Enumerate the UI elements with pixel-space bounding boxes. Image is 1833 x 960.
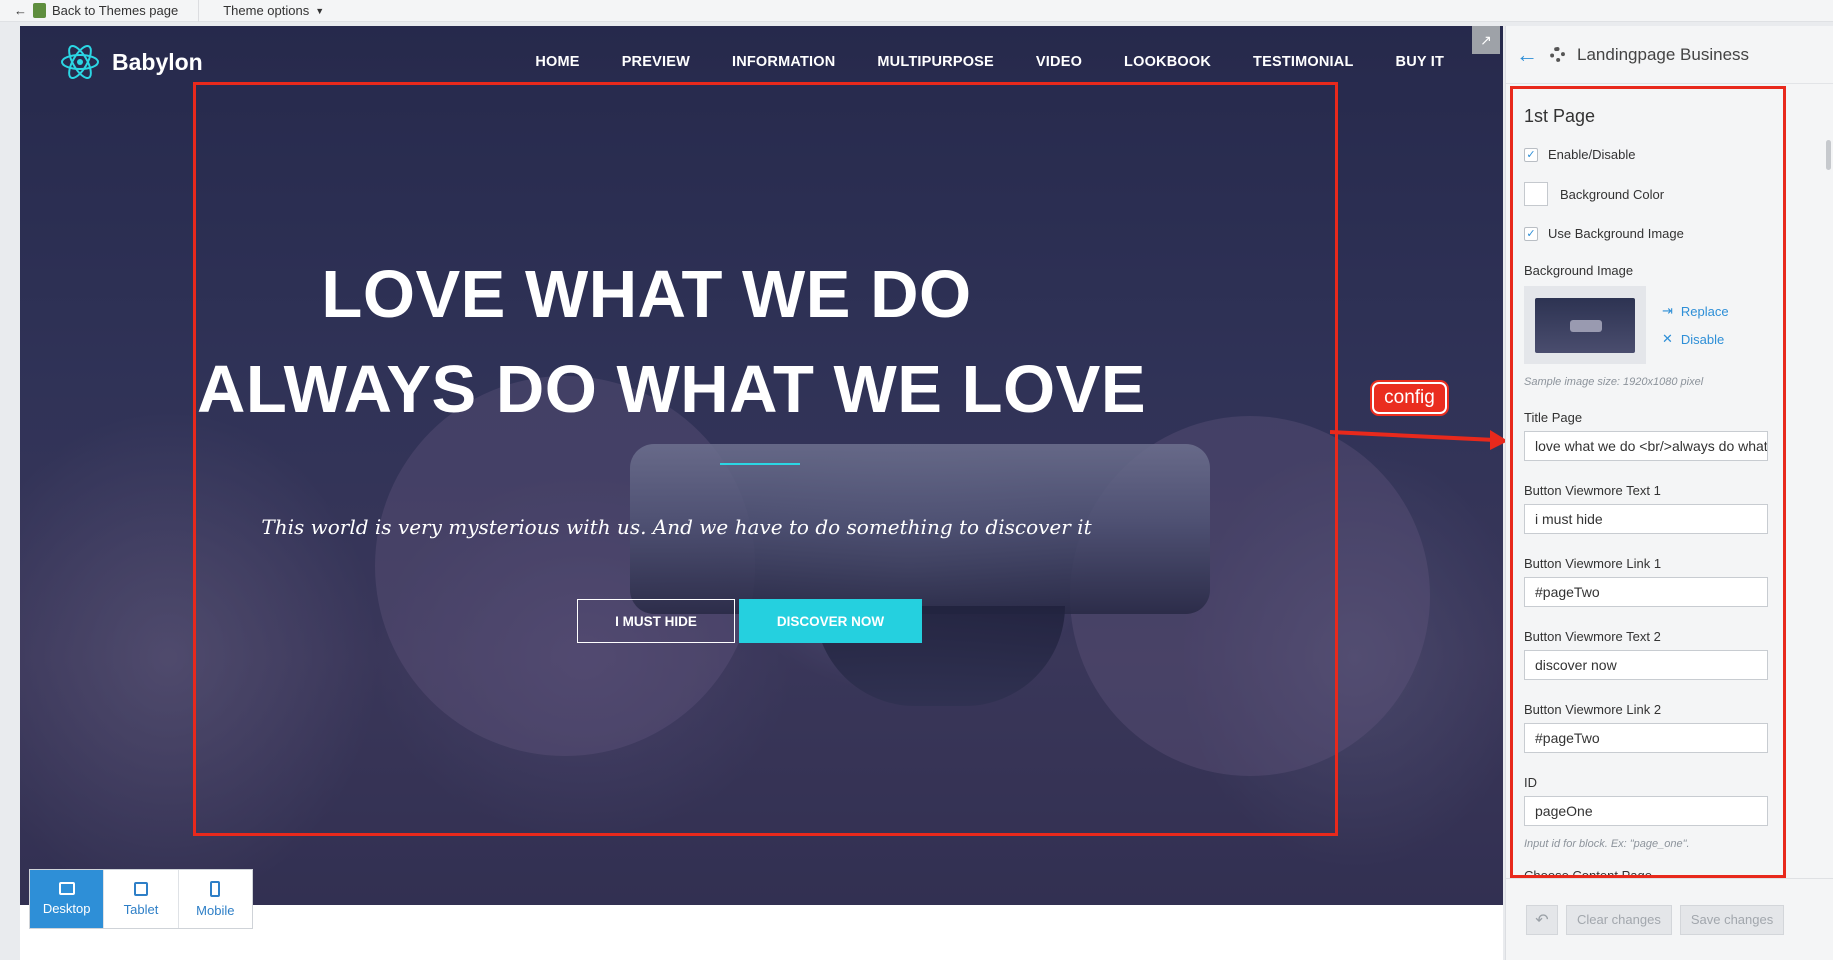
device-mobile-label: Mobile	[196, 902, 235, 918]
discover-now-button[interactable]: DISCOVER NOW	[739, 599, 922, 643]
theme-options-label: Theme options	[223, 3, 310, 18]
viewmore-text-1-input[interactable]: i must hide	[1524, 504, 1768, 534]
panel-title: Landingpage Business	[1577, 44, 1750, 64]
shopify-bag-icon	[33, 3, 46, 18]
hero-overlay	[20, 26, 1503, 928]
bg-color-swatch[interactable]	[1524, 182, 1548, 206]
gear-icon	[1550, 47, 1565, 62]
back-label: Back to Themes page	[52, 3, 179, 18]
theme-options-dropdown[interactable]: Theme options ▼	[199, 3, 324, 18]
viewmore-text-2-input[interactable]: discover now	[1524, 650, 1768, 680]
menu-item-testimonial[interactable]: TESTIMONIAL	[1232, 54, 1374, 70]
atom-logo-icon	[61, 45, 99, 79]
save-changes-button[interactable]: Save changes	[1679, 904, 1785, 935]
bg-image-label: Background Image	[1524, 263, 1634, 278]
use-bg-image-row: ✓ Use Background Image	[1524, 226, 1826, 241]
disable-image-link[interactable]: ✕ Disable	[1662, 331, 1729, 347]
device-desktop-button[interactable]: Desktop	[30, 870, 105, 928]
hero-title-line-2: ALWAYS DO WHAT WE LOVE	[196, 352, 1147, 427]
main-menu: HOME PREVIEW INFORMATION MULTIPURPOSE VI…	[514, 54, 1465, 70]
field-label-viewmore-text-2: Button Viewmore Text 2	[1524, 629, 1661, 644]
desktop-icon	[58, 882, 75, 895]
undo-icon[interactable]: ↶	[1526, 904, 1558, 935]
hero-divider	[720, 463, 800, 465]
device-tablet-label: Tablet	[123, 901, 159, 917]
bg-color-row: Background Color	[1524, 182, 1826, 206]
bg-image-thumbnail[interactable]	[1524, 286, 1646, 364]
menu-item-preview[interactable]: PREVIEW	[601, 54, 711, 70]
enable-checkbox[interactable]: ✓	[1524, 147, 1538, 162]
choose-content-page-label: Choose Content Page	[1524, 868, 1652, 878]
field-label-viewmore-link-1: Button Viewmore Link 1	[1524, 556, 1662, 571]
menu-item-lookbook[interactable]: LOOKBOOK	[1103, 54, 1232, 70]
device-switcher: Desktop Tablet Mobile	[29, 869, 253, 929]
viewmore-link-1-input[interactable]: #pageTwo	[1524, 577, 1768, 607]
viewmore-link-2-input[interactable]: #pageTwo	[1524, 723, 1768, 753]
panel-footer: ↶ Clear changes Save changes	[1506, 878, 1833, 960]
device-mobile-button[interactable]: Mobile	[179, 870, 252, 928]
device-tablet-button[interactable]: Tablet	[104, 870, 179, 928]
enable-row: ✓ Enable/Disable	[1524, 147, 1826, 162]
panel-body: 1st Page ✓ Enable/Disable Background Col…	[1506, 84, 1826, 878]
replace-image-link[interactable]: ⇥ Replace	[1662, 303, 1729, 319]
clear-changes-button[interactable]: Clear changes	[1566, 904, 1672, 935]
panel-scrollbar[interactable]	[1826, 140, 1831, 170]
device-desktop-label: Desktop	[42, 901, 91, 916]
replace-icon: ⇥	[1662, 303, 1673, 318]
hero-title-line-1: LOVE WHAT WE DO	[321, 257, 972, 332]
site-navigation: Babylon HOME PREVIEW INFORMATION MULTIPU…	[20, 26, 1503, 98]
i-must-hide-button[interactable]: I MUST HIDE	[577, 599, 735, 643]
disable-label: Disable	[1680, 331, 1725, 347]
title-page-input[interactable]: love what we do <br/>always do what we l…	[1524, 431, 1768, 461]
id-input[interactable]: pageOne	[1524, 796, 1768, 826]
site-logo[interactable]: Babylon	[58, 40, 203, 84]
callout-arrow-icon	[1330, 430, 1508, 450]
config-callout: config	[1372, 382, 1447, 414]
use-bg-image-label: Use Background Image	[1548, 226, 1684, 241]
field-label-title-page: Title Page	[1524, 410, 1583, 425]
bg-image-actions: ⇥ Replace ✕ Disable	[1662, 303, 1729, 347]
settings-panel: ← Landingpage Business 1st Page ✓ Enable…	[1505, 26, 1833, 960]
replace-label: Replace	[1680, 303, 1729, 319]
menu-item-home[interactable]: HOME	[514, 54, 600, 70]
admin-topbar: ← Back to Themes page Theme options ▼	[0, 0, 1833, 22]
use-bg-image-checkbox[interactable]: ✓	[1524, 226, 1538, 241]
field-label-viewmore-link-2: Button Viewmore Link 2	[1524, 702, 1662, 717]
menu-item-video[interactable]: VIDEO	[1015, 54, 1103, 70]
id-hint: Input id for block. Ex: "page_one".	[1524, 838, 1690, 850]
panel-header: ← Landingpage Business	[1506, 26, 1833, 84]
field-label-viewmore-text-1: Button Viewmore Text 1	[1524, 483, 1661, 498]
tablet-icon	[133, 881, 148, 896]
field-label-id: ID	[1524, 775, 1537, 790]
enable-label: Enable/Disable	[1548, 147, 1636, 162]
menu-item-buy-it[interactable]: BUY IT	[1375, 54, 1465, 70]
back-to-themes-link[interactable]: ← Back to Themes page	[0, 0, 200, 22]
arrow-left-icon: ←	[14, 3, 27, 18]
panel-back-icon[interactable]: ←	[1516, 42, 1538, 68]
menu-item-information[interactable]: INFORMATION	[711, 54, 856, 70]
section-title: 1st Page	[1524, 106, 1596, 126]
bg-image-row: ⇥ Replace ✕ Disable	[1524, 286, 1826, 364]
expand-preview-icon[interactable]: ↗	[1472, 26, 1500, 54]
sample-size-hint: Sample image size: 1920x1080 pixel	[1524, 376, 1704, 388]
mobile-icon	[210, 880, 221, 897]
menu-item-multipurpose[interactable]: MULTIPURPOSE	[856, 54, 1015, 70]
theme-preview: Babylon HOME PREVIEW INFORMATION MULTIPU…	[20, 26, 1503, 928]
hero-subtitle: This world is very mysterious with us. A…	[261, 515, 1092, 539]
caret-down-icon: ▼	[315, 5, 325, 16]
brand-name: Babylon	[112, 48, 203, 75]
close-icon: ✕	[1662, 331, 1673, 346]
bg-color-label: Background Color	[1560, 186, 1665, 202]
